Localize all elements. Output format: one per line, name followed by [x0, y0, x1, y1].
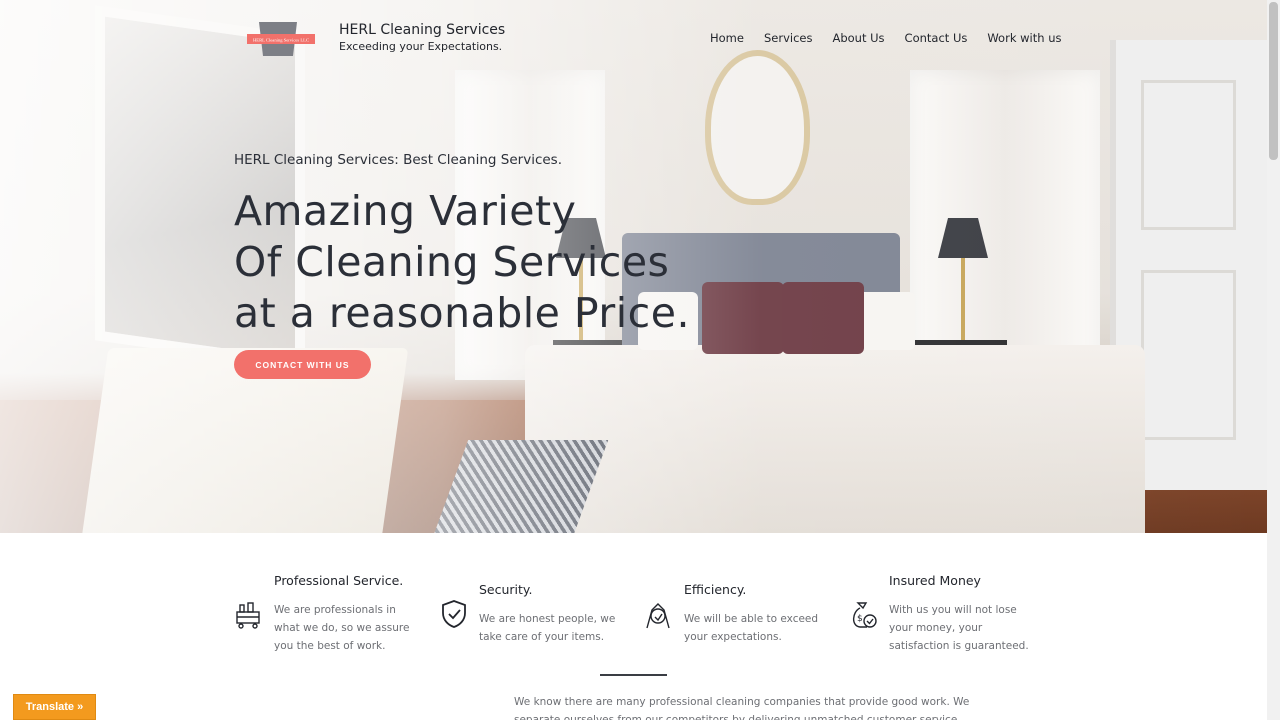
feature-text: We will be able to exceed your expectati…: [684, 613, 819, 643]
nav-services[interactable]: Services: [764, 31, 813, 45]
feature-title: Efficiency.: [684, 582, 747, 597]
svg-text:$: $: [857, 614, 863, 624]
cleaning-person-icon: [646, 603, 670, 629]
feature-title: Insured Money: [889, 573, 981, 588]
hero-subtitle: HERL Cleaning Services: Best Cleaning Se…: [234, 152, 563, 168]
translate-button[interactable]: Translate »: [13, 694, 96, 720]
money-bag-icon: $: [852, 602, 877, 628]
hero-title-line: Amazing Variety: [234, 187, 577, 235]
brand-tagline: Exceeding your Expectations.: [339, 40, 503, 53]
hero-text: HERL Cleaning Services: Best Cleaning Se…: [234, 152, 690, 339]
nav-home[interactable]: Home: [710, 31, 744, 45]
features-section: [0, 533, 1267, 720]
feature-text: We are professionals in what we do, so w…: [274, 604, 410, 652]
feature-title: Security.: [479, 582, 533, 597]
hero-title: Amazing Variety Of Cleaning Services at …: [234, 186, 690, 339]
feature-text: With us you will not lose your money, yo…: [889, 604, 1029, 652]
section-divider: [600, 674, 667, 676]
nav-work-with-us[interactable]: Work with us: [987, 31, 1061, 45]
nav-about-us[interactable]: About Us: [832, 31, 884, 45]
site-header: HERL Cleaning Services LLC HERL Cleaning…: [0, 0, 1267, 80]
intro-paragraph: We know there are many professional clea…: [514, 696, 970, 720]
main-nav: Home Services About Us Contact Us Work w…: [710, 31, 1081, 45]
cleaning-cart-icon: [236, 602, 260, 629]
scrollbar-thumb[interactable]: [1269, 2, 1278, 160]
feature-title: Professional Service.: [274, 573, 404, 588]
logo-text: HERL Cleaning Services LLC: [253, 38, 309, 43]
page-scrollbar[interactable]: [1267, 0, 1280, 720]
shield-check-icon: [442, 600, 466, 628]
brand-name[interactable]: HERL Cleaning Services: [339, 22, 505, 38]
brand-logo[interactable]: HERL Cleaning Services LLC: [247, 20, 315, 58]
feature-text: We are honest people, we take care of yo…: [479, 613, 616, 643]
contact-with-us-button[interactable]: CONTACT WITH US: [234, 350, 371, 379]
hero-title-line: at a reasonable Price.: [234, 289, 690, 337]
hero-title-line: Of Cleaning Services: [234, 238, 670, 286]
nav-contact-us[interactable]: Contact Us: [905, 31, 968, 45]
